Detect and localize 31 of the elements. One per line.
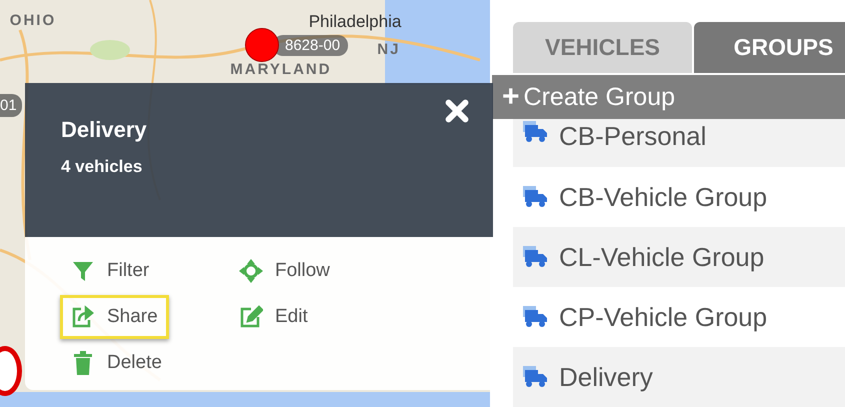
follow-action[interactable]: Follow [228, 249, 341, 293]
truck-icon [523, 246, 547, 268]
group-title: Delivery [61, 117, 147, 143]
group-list-item[interactable]: Delivery [513, 347, 845, 407]
edit-icon [239, 305, 263, 329]
truck-icon [523, 366, 547, 388]
map-label: MARYLAND [230, 61, 332, 78]
share-icon [71, 305, 95, 329]
vehicle-label: 01 [0, 94, 22, 117]
map-label: Philadelphia [308, 12, 402, 32]
map-label: OHIO [10, 12, 56, 30]
vehicle-count: 4 vehicles [61, 157, 144, 177]
tab[interactable]: GROUPS [694, 22, 845, 73]
group-list-item[interactable]: CL-Vehicle Group [513, 227, 845, 287]
share-action[interactable]: Share [60, 295, 169, 339]
map-label: NJ [377, 40, 400, 58]
crosshair-icon [239, 259, 263, 283]
create-group-button[interactable]: +Create Group [492, 75, 845, 119]
group-list-item[interactable]: CB-Personal [513, 119, 845, 167]
group-list-item[interactable]: CP-Vehicle Group [513, 287, 845, 347]
truck-icon [523, 186, 547, 208]
filter-action[interactable]: Filter [60, 249, 160, 293]
vehicle-marker-icon[interactable] [245, 28, 279, 62]
trash-icon [71, 351, 95, 375]
truck-icon [523, 121, 547, 143]
funnel-icon [71, 259, 95, 283]
close-icon[interactable] [445, 99, 469, 123]
group-list-item[interactable]: CB-Vehicle Group [513, 167, 845, 227]
truck-icon [523, 306, 547, 328]
edit-action[interactable]: Edit [228, 295, 319, 339]
delete-action[interactable]: Delete [60, 341, 173, 385]
